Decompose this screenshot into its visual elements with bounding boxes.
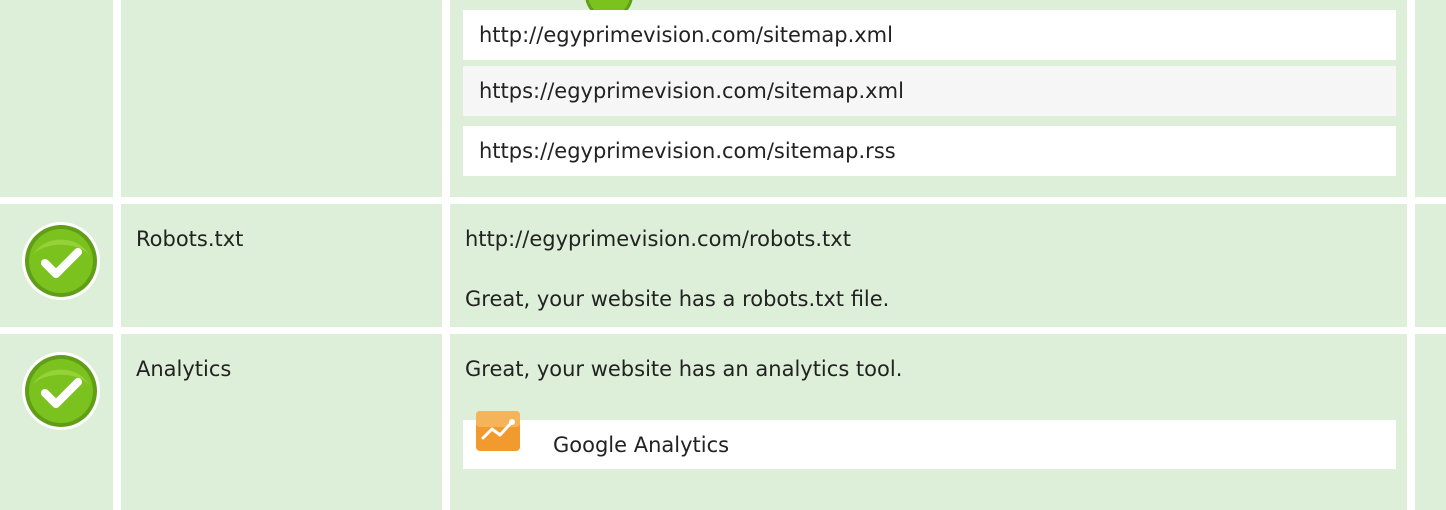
check-icon xyxy=(22,352,100,430)
status-message: Great, your website has a robots.txt fil… xyxy=(465,287,890,311)
sitemap-url: https://egyprimevision.com/sitemap.rss xyxy=(479,139,896,163)
check-icon xyxy=(22,222,100,300)
label-cell xyxy=(121,0,442,197)
label-cell xyxy=(121,204,442,327)
analytics-tool-item[interactable]: Google Analytics xyxy=(463,411,1396,469)
robots-url[interactable]: http://egyprimevision.com/robots.txt xyxy=(465,226,851,252)
status-message: Great, your website has an analytics too… xyxy=(465,357,903,381)
sitemap-row: http://egyprimevision.com/sitemap.xml ht… xyxy=(0,0,1446,197)
list-item[interactable]: https://egyprimevision.com/sitemap.rss xyxy=(463,126,1396,176)
sitemap-url: https://egyprimevision.com/sitemap.xml xyxy=(479,79,904,103)
row-label: Robots.txt xyxy=(136,227,244,251)
sitemap-url: http://egyprimevision.com/sitemap.xml xyxy=(479,23,893,47)
spacer-cell xyxy=(1415,204,1446,327)
list-item[interactable]: http://egyprimevision.com/sitemap.xml xyxy=(463,10,1396,60)
list-item[interactable]: https://egyprimevision.com/sitemap.xml xyxy=(463,66,1396,116)
row-label: Analytics xyxy=(136,357,232,381)
spacer-cell xyxy=(1415,334,1446,510)
robots-row: Robots.txt http://egyprimevision.com/rob… xyxy=(0,204,1446,327)
analytics-tool-name: Google Analytics xyxy=(553,433,730,457)
google-analytics-icon xyxy=(476,411,520,451)
spacer-cell xyxy=(1415,0,1446,197)
status-cell xyxy=(0,0,113,197)
